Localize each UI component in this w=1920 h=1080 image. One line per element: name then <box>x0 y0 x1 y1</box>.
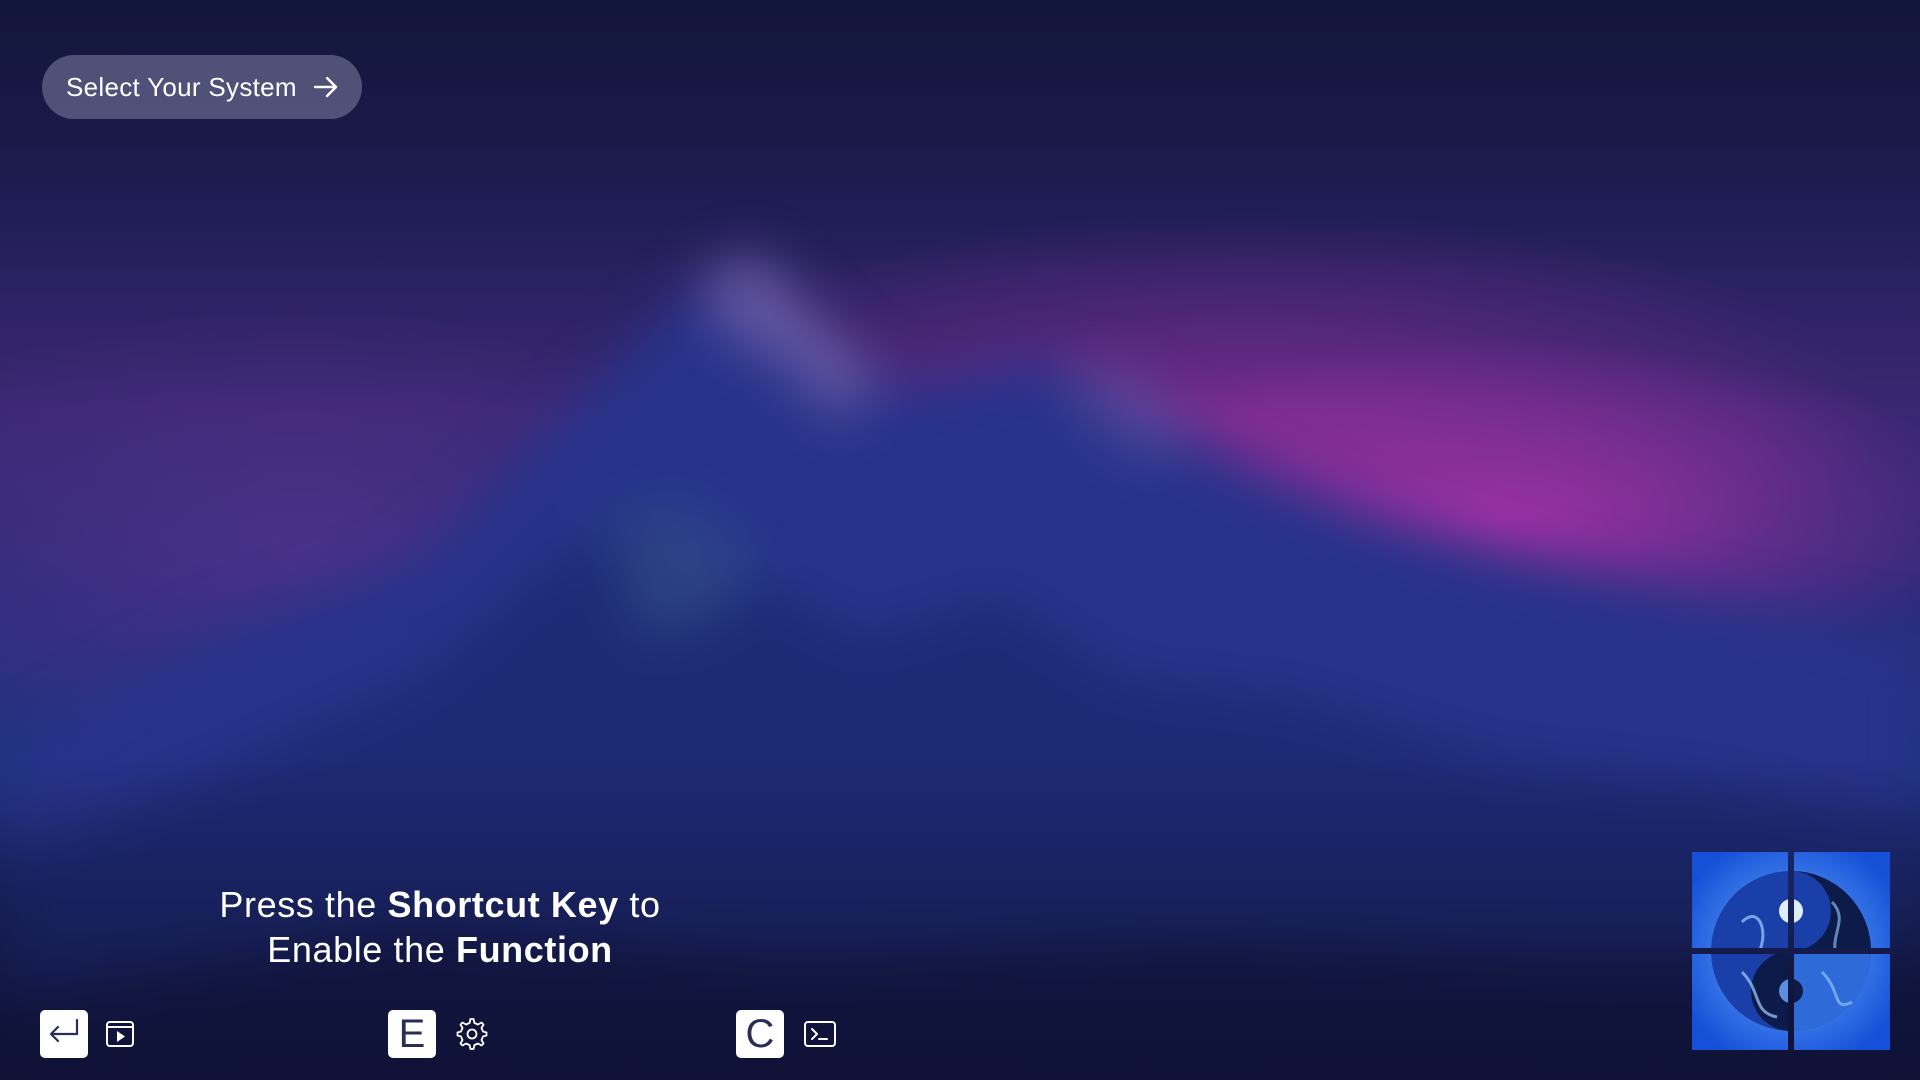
logo-tile <box>1692 852 1788 948</box>
logo-tile <box>1794 954 1890 1050</box>
yin-yang-dragon-logo <box>1692 852 1890 1050</box>
gear-icon[interactable] <box>454 1016 490 1052</box>
e-key-label: E <box>398 1012 426 1056</box>
play-window-icon[interactable] <box>102 1016 138 1052</box>
hint-line-1: Press the Shortcut Key to <box>219 884 661 925</box>
hint-line-2: Enable the Function <box>267 929 613 970</box>
desktop-background: Select Your System Press the Shortcut Ke… <box>0 0 1920 1080</box>
select-system-label: Select Your System <box>66 71 297 102</box>
logo-tile <box>1692 954 1788 1050</box>
c-key[interactable]: C <box>736 1010 784 1058</box>
enter-key[interactable] <box>40 1010 88 1058</box>
shortcut-hint: Press the Shortcut Key to Enable the Fun… <box>190 882 690 972</box>
logo-tile <box>1794 852 1890 948</box>
select-system-button[interactable]: Select Your System <box>42 55 362 119</box>
terminal-icon[interactable] <box>802 1016 838 1052</box>
enter-return-icon <box>46 1014 82 1054</box>
c-key-label: C <box>745 1012 775 1056</box>
arrow-right-icon <box>312 73 340 101</box>
e-key[interactable]: E <box>388 1010 436 1058</box>
